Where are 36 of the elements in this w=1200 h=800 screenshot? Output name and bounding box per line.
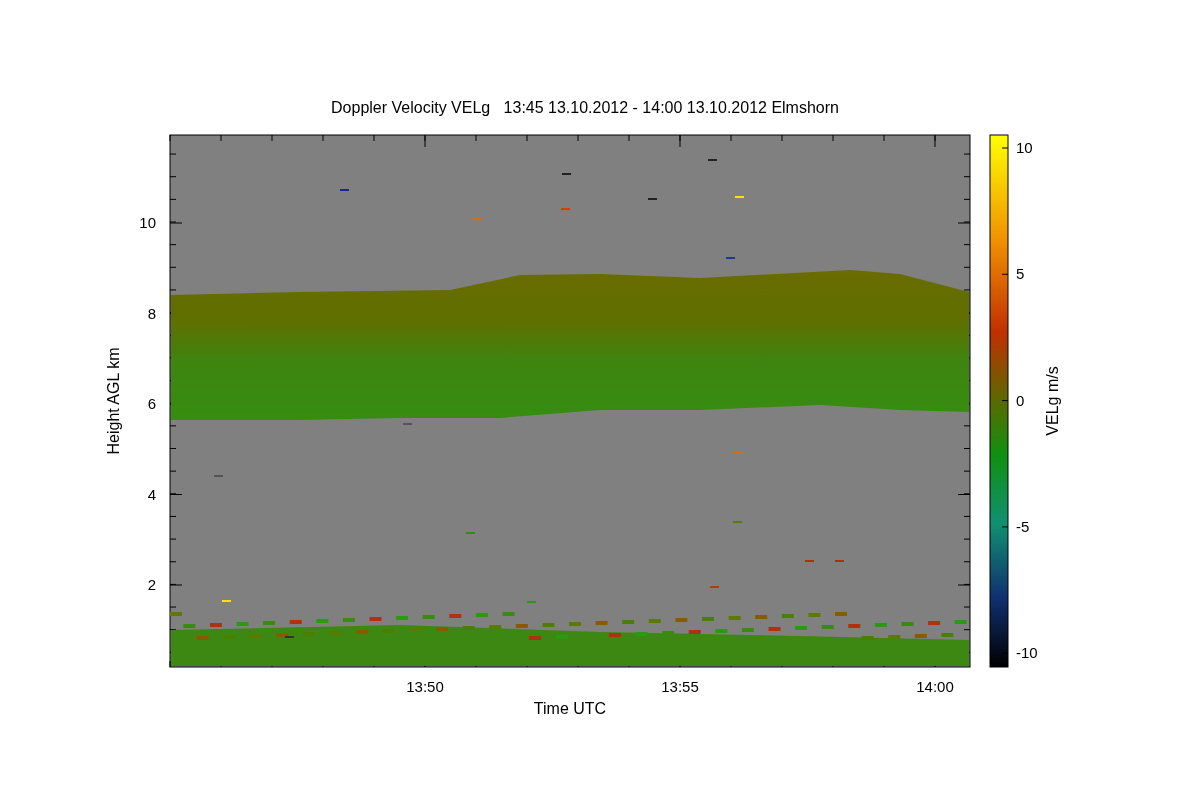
y-tick-label: 4: [147, 485, 156, 503]
plot-title: Doppler Velocity VELg 13:45 13.10.2012 - 14:00 13.10.2012 Elmshorn: [331, 99, 839, 116]
echo-mark: [648, 198, 657, 200]
y-tick-label: 10: [139, 214, 156, 231]
echo-mark: [805, 560, 814, 562]
colorbar-tick-label: 0: [1016, 391, 1025, 409]
colorbar-tick-label: -10: [1016, 644, 1038, 662]
echo-mark: [214, 475, 223, 477]
x-tick-label: 13:55: [661, 678, 699, 695]
echo-mark: [710, 586, 719, 588]
y-axis-label: Height AGL km: [105, 347, 122, 455]
colorbar-tick-label: 5: [1016, 265, 1025, 283]
echo-mark: [403, 423, 412, 425]
echo-mark: [285, 636, 294, 638]
echo-mark: [726, 257, 735, 259]
x-tick-label: 13:50: [406, 678, 444, 695]
colorbar-tick-label: -5: [1016, 517, 1030, 535]
echo-mark: [733, 521, 742, 523]
echo-mark: [222, 600, 231, 602]
colorbar-label: VELg m/s: [1044, 366, 1061, 436]
echo-mark: [561, 208, 570, 210]
echo-mark: [835, 560, 844, 562]
echo-mark: [733, 452, 742, 454]
x-axis-label: Time UTC: [533, 700, 607, 717]
y-tick-label: 8: [147, 304, 156, 322]
y-tick-label: 6: [147, 395, 156, 412]
colorbar-tick-label: 10: [1016, 139, 1033, 156]
echo-mark: [735, 196, 744, 198]
echo-mark: [527, 601, 536, 603]
echo-mark: [466, 532, 475, 534]
echo-mark: [340, 189, 349, 191]
echo-mark: [562, 173, 571, 175]
y-tick-label: 2: [147, 576, 156, 593]
echo-mark: [708, 159, 717, 161]
x-tick-label: 14:00: [916, 678, 954, 695]
echo-mark: [473, 218, 482, 220]
